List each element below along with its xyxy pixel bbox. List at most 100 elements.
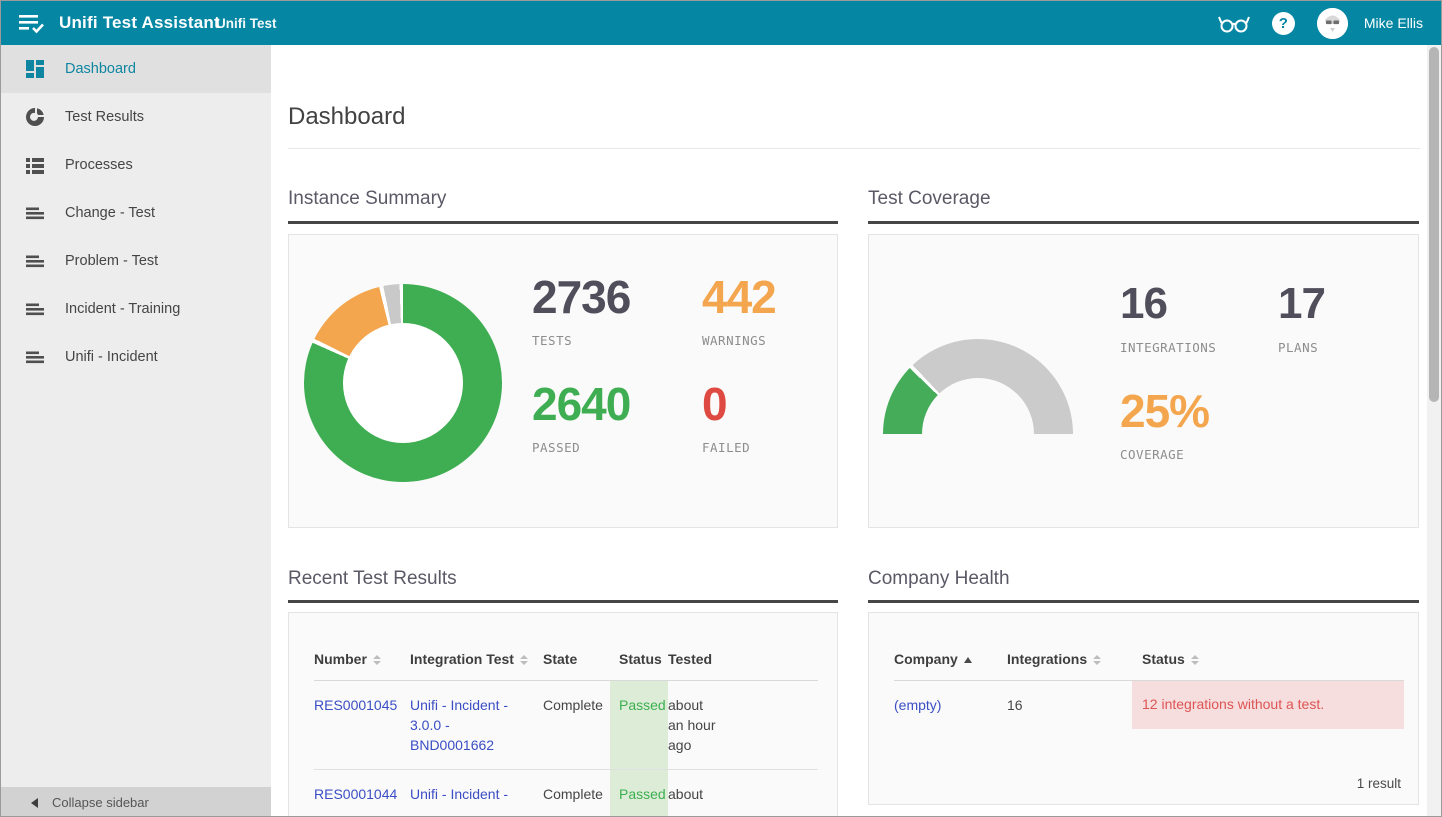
state-cell: Complete [543, 681, 610, 770]
stat-coverage-label: COVERAGE [1120, 447, 1209, 462]
instance-summary-title: Instance Summary [288, 188, 838, 210]
avatar[interactable] [1317, 8, 1348, 39]
app-window: Unifi Test Assistant Unifi Test ? [0, 0, 1442, 817]
sort-icon [373, 655, 381, 665]
main-scrollbar-thumb[interactable] [1429, 47, 1439, 402]
stat-plans: 17 PLANS [1278, 278, 1325, 355]
table-header-row: Company Integrations Status [894, 651, 1404, 681]
stat-passed-label: PASSED [532, 440, 630, 455]
sidebar-item-processes[interactable]: Processes [1, 141, 271, 189]
recent-test-results-rule [288, 600, 838, 603]
recent-test-results-title: Recent Test Results [288, 568, 838, 590]
sort-asc-icon [964, 657, 972, 663]
sidebar-item-dashboard[interactable]: Dashboard [1, 45, 271, 93]
result-number-link[interactable]: RES0001045 [314, 697, 397, 713]
column-header-tested[interactable]: Tested [668, 651, 726, 681]
recent-test-results-card: Number Integration Test State Status Tes… [288, 612, 838, 817]
stat-failed-value: 0 [702, 378, 750, 430]
sort-icon [520, 655, 528, 665]
stat-coverage: 25% COVERAGE [1120, 385, 1209, 462]
stat-warnings-label: WARNINGS [702, 333, 776, 348]
stat-tests: 2736 TESTS [532, 271, 630, 348]
test-coverage-title: Test Coverage [868, 188, 1419, 210]
stat-failed: 0 FAILED [702, 378, 750, 455]
pie-chart-icon [25, 107, 45, 127]
table-row: RES0001045 Unifi - Incident - 3.0.0 - BN… [314, 681, 818, 770]
instance-summary-rule [288, 221, 838, 224]
sidebar-item-change-test[interactable]: Change - Test [1, 189, 271, 237]
instance-summary-donut-chart [304, 284, 502, 482]
column-header-company[interactable]: Company [894, 651, 1007, 681]
stat-passed: 2640 PASSED [532, 378, 630, 455]
stat-warnings-value: 442 [702, 271, 776, 323]
stat-coverage-value: 25% [1120, 385, 1209, 437]
sidebar-item-label: Dashboard [65, 61, 136, 77]
collapse-arrow-icon [31, 798, 38, 808]
column-header-integration-test[interactable]: Integration Test [410, 651, 543, 681]
state-cell: Complete [543, 770, 610, 817]
sidebar: Dashboard Test Results Processes [1, 45, 271, 817]
sort-icon [1191, 655, 1199, 665]
company-health-title: Company Health [868, 568, 1419, 590]
sidebar-item-label: Change - Test [65, 205, 155, 221]
sidebar-item-unifi-incident[interactable]: Unifi - Incident [1, 333, 271, 381]
table-header-row: Number Integration Test State Status Tes… [314, 651, 818, 681]
recent-test-results-table: Number Integration Test State Status Tes… [314, 651, 818, 817]
column-header-status[interactable]: Status [610, 651, 668, 681]
result-count: 1 result [1357, 776, 1401, 791]
sidebar-item-problem-test[interactable]: Problem - Test [1, 237, 271, 285]
sidebar-item-incident-training[interactable]: Incident - Training [1, 285, 271, 333]
health-alert-badge: 12 integrations without a test. [1132, 681, 1404, 730]
column-header-status[interactable]: Status [1132, 651, 1404, 681]
top-header-bar: Unifi Test Assistant Unifi Test ? [1, 1, 1441, 45]
lines-icon [25, 299, 45, 319]
stat-plans-label: PLANS [1278, 340, 1325, 355]
stat-integrations: 16 INTEGRATIONS [1120, 278, 1216, 355]
test-coverage-gauge-chart [883, 339, 1073, 434]
column-header-integrations[interactable]: Integrations [1007, 651, 1132, 681]
page-title: Dashboard [288, 103, 405, 131]
user-name[interactable]: Mike Ellis [1364, 15, 1423, 31]
collapse-sidebar-label: Collapse sidebar [52, 795, 149, 810]
stat-warnings: 442 WARNINGS [702, 271, 776, 348]
column-header-number[interactable]: Number [314, 651, 410, 681]
help-icon[interactable]: ? [1272, 12, 1295, 35]
lines-icon [25, 203, 45, 223]
glasses-icon[interactable] [1218, 11, 1250, 35]
company-link[interactable]: (empty) [894, 697, 941, 713]
table-row: RES0001044 Unifi - Incident - Complete P… [314, 770, 818, 817]
integration-test-link[interactable]: Unifi - Incident - 3.0.0 - BND0001662 [410, 697, 508, 753]
lines-icon [25, 251, 45, 271]
app-subtitle: Unifi Test [216, 1, 277, 46]
instance-summary-card: 2736 TESTS 442 WARNINGS 2640 PASSED 0 FA… [288, 234, 838, 528]
status-badge: Passed [610, 770, 668, 817]
list-icon [25, 155, 45, 175]
collapse-sidebar-button[interactable]: Collapse sidebar [1, 787, 271, 817]
app-title: Unifi Test Assistant [59, 1, 220, 45]
main-scrollbar-track[interactable] [1427, 45, 1441, 817]
status-badge: Passed [610, 681, 668, 770]
column-header-state[interactable]: State [543, 651, 610, 681]
sidebar-item-label: Incident - Training [65, 301, 180, 317]
stat-passed-value: 2640 [532, 378, 630, 430]
company-health-table: Company Integrations Status (empty) 16 1… [894, 651, 1404, 729]
company-health-card: Company Integrations Status (empty) 16 1… [868, 612, 1419, 805]
sidebar-item-label: Problem - Test [65, 253, 158, 269]
result-number-link[interactable]: RES0001044 [314, 786, 397, 802]
sidebar-item-test-results[interactable]: Test Results [1, 93, 271, 141]
integration-test-link[interactable]: Unifi - Incident - [410, 786, 508, 802]
tested-cell: about an hour ago [668, 681, 726, 770]
stat-tests-label: TESTS [532, 333, 630, 348]
integrations-cell: 16 [1007, 681, 1132, 730]
menu-toggle-icon[interactable] [19, 11, 45, 35]
sidebar-item-label: Unifi - Incident [65, 349, 158, 365]
sidebar-item-label: Processes [65, 157, 133, 173]
table-row: (empty) 16 12 integrations without a tes… [894, 681, 1404, 730]
page-divider [288, 148, 1420, 149]
tested-cell: about [668, 770, 726, 817]
stat-plans-value: 17 [1278, 278, 1325, 330]
main-content: Dashboard Instance Summary 2736 TESTS 44… [271, 45, 1428, 817]
test-coverage-card: 16 INTEGRATIONS 17 PLANS 25% COVERAGE [868, 234, 1419, 528]
sort-icon [1093, 655, 1101, 665]
test-coverage-rule [868, 221, 1419, 224]
